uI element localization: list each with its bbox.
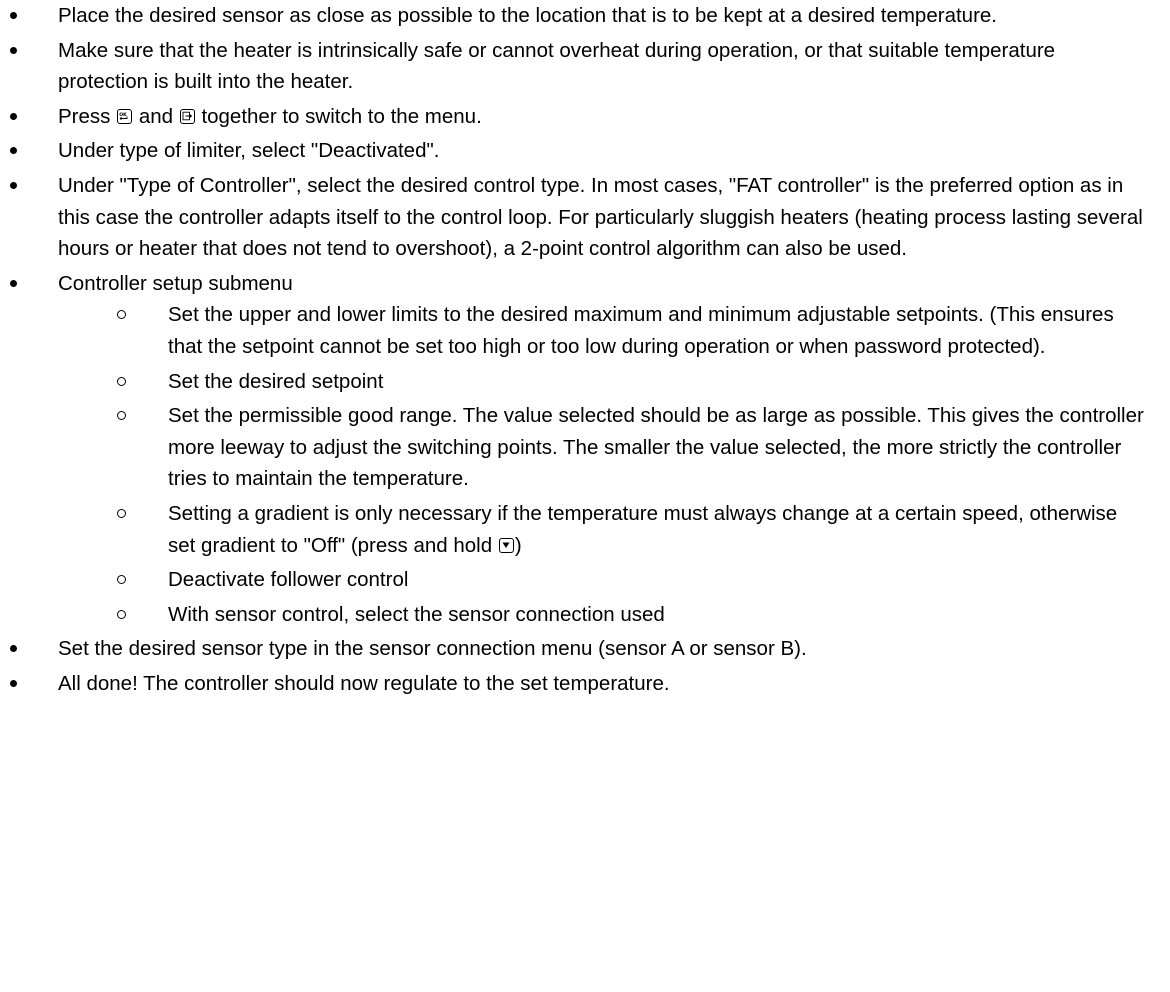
open-bullet — [117, 376, 126, 386]
step-text-post: together to switch to the menu. — [201, 104, 482, 128]
bullet — [10, 112, 17, 120]
step-text: Set the desired sensor type in the senso… — [58, 637, 807, 661]
ok-key-icon: OK — [117, 108, 133, 124]
step-text: Controller setup submenu — [58, 271, 293, 295]
sub-list-item: Set the upper and lower limits to the de… — [110, 299, 1150, 362]
list-item: Controller setup submenu Set the upper a… — [0, 268, 1170, 631]
bullet — [10, 12, 17, 19]
list-item: Press OK and together to switch to the m… — [0, 101, 1170, 133]
step-text: Make sure that the heater is intrinsical… — [58, 38, 1056, 94]
svg-text:OK: OK — [119, 112, 127, 118]
substep-text: Set the desired setpoint — [168, 369, 384, 393]
steps-list: Place the desired sensor as close as pos… — [0, 0, 1170, 699]
substep-text: Set the upper and lower limits to the de… — [168, 303, 1114, 358]
bullet — [10, 645, 17, 653]
bullet — [10, 679, 17, 687]
open-bullet — [117, 310, 126, 320]
open-bullet — [117, 508, 126, 518]
down-arrow-key-icon — [498, 537, 514, 553]
substep-text-post: ) — [514, 533, 522, 557]
substep-text: Set the permissible good range. The valu… — [168, 404, 1144, 491]
substeps-list: Set the upper and lower limits to the de… — [58, 299, 1150, 630]
bullet — [10, 181, 17, 189]
instruction-document: Place the desired sensor as close as pos… — [0, 0, 1170, 699]
list-item: Under type of limiter, select "Deactivat… — [0, 135, 1170, 167]
step-text: Under type of limiter, select "Deactivat… — [58, 139, 440, 163]
bullet — [10, 46, 17, 54]
list-item: Set the desired sensor type in the senso… — [0, 633, 1170, 665]
bullet — [10, 147, 17, 155]
list-item: All done! The controller should now regu… — [0, 668, 1170, 700]
step-text: All done! The controller should now regu… — [58, 671, 670, 695]
substep-text: Deactivate follower control — [168, 568, 409, 592]
exit-key-icon — [179, 108, 195, 124]
sub-list-item: Setting a gradient is only necessary if … — [110, 498, 1150, 561]
sub-list-item: Set the desired setpoint — [110, 366, 1150, 398]
sub-list-item: With sensor control, select the sensor c… — [110, 599, 1150, 631]
list-item: Under "Type of Controller", select the d… — [0, 170, 1170, 265]
sub-list-item: Set the permissible good range. The valu… — [110, 400, 1150, 495]
step-text: Under "Type of Controller", select the d… — [58, 173, 1143, 261]
open-bullet — [117, 411, 126, 421]
list-item: Place the desired sensor as close as pos… — [0, 0, 1170, 32]
step-text-mid: and — [138, 104, 174, 128]
open-bullet — [117, 575, 126, 585]
bullet — [10, 279, 17, 287]
open-bullet — [117, 609, 126, 619]
substep-text-pre: Setting a gradient is only necessary if … — [168, 501, 1118, 557]
step-text: Place the desired sensor as close as pos… — [58, 4, 997, 27]
substep-text: With sensor control, select the sensor c… — [168, 602, 665, 626]
sub-list-item: Deactivate follower control — [110, 564, 1150, 596]
list-item: Make sure that the heater is intrinsical… — [0, 35, 1170, 98]
step-text-pre: Press — [58, 104, 111, 128]
